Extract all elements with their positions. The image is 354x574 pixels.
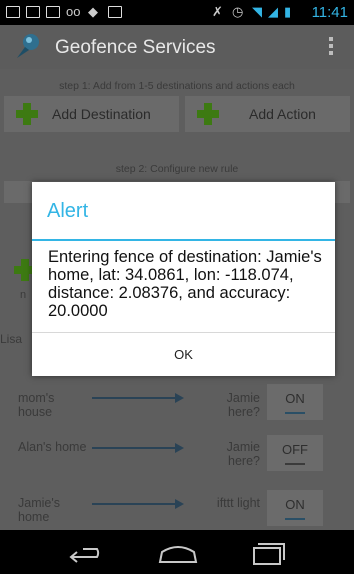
rule-toggle[interactable]: ON (267, 384, 323, 420)
rule-toggle[interactable]: ON (267, 490, 323, 526)
email-icon (46, 6, 60, 18)
partial-label-lisa: Lisa (0, 332, 23, 346)
home-icon[interactable] (148, 536, 208, 570)
add-action-label: Add Action (249, 106, 316, 122)
alert-dialog: Alert Entering fence of destination: Jam… (32, 182, 335, 376)
app-title: Geofence Services (55, 37, 216, 58)
arrow-icon (92, 393, 184, 403)
add-destination-label: Add Destination (52, 106, 151, 122)
back-icon[interactable] (57, 536, 117, 570)
add-destination-button[interactable]: Add Destination (4, 96, 179, 132)
voicemail-icon: oo (66, 4, 81, 19)
toggle-label: ON (285, 391, 305, 406)
partial-label-n: n (20, 289, 27, 301)
arrow-icon (92, 443, 184, 453)
rule-action: Jamie here? (226, 391, 260, 419)
rule-destination: Jamie's home (18, 496, 60, 524)
toggle-label: OFF (282, 442, 308, 457)
add-action-button[interactable]: Add Action (185, 96, 350, 132)
arrow-icon (92, 499, 184, 509)
plus-icon (16, 103, 38, 125)
app-logo-icon (17, 34, 39, 58)
toggle-label: ON (285, 497, 305, 512)
rule-action: ifttt light (216, 496, 260, 510)
recent-apps-icon[interactable] (238, 536, 298, 570)
rule-destination: mom's house (18, 391, 55, 419)
rule-row[interactable]: Alan's home Jamie here? OFF (0, 431, 354, 477)
cat-icon: ◆ (88, 4, 98, 19)
location-off-icon: ✗ (212, 4, 223, 19)
image-icon (26, 6, 40, 18)
alarm-icon: ◷ (232, 4, 244, 19)
rule-row[interactable]: Jamie's home ifttt light ON (0, 478, 354, 530)
status-bar: oo ◆ ✗ ◷ ◥ ◢ ▮ 11:41 (0, 0, 354, 25)
status-time: 11:41 (311, 4, 348, 21)
overflow-menu-icon[interactable] (324, 34, 338, 60)
battery-icon: ▮ (284, 4, 292, 19)
rule-row[interactable]: mom's house Jamie here? ON (0, 384, 354, 430)
notification-icon (6, 6, 20, 18)
step2-label: step 2: Configure new rule (115, 163, 239, 175)
rule-action: Jamie here? (226, 440, 260, 468)
dialog-message: Entering fence of destination: Jamie's h… (48, 248, 322, 320)
signal-icon: ◢ (268, 4, 278, 19)
step1-label: step 1: Add from 1-5 destinations and ac… (59, 80, 295, 92)
dialog-title: Alert (47, 200, 89, 222)
rule-destination: Alan's home (18, 440, 87, 454)
plus-icon (197, 103, 219, 125)
clipboard-check-icon (108, 6, 122, 18)
wifi-icon: ◥ (252, 4, 262, 19)
dialog-divider (32, 239, 335, 241)
ok-button[interactable]: OK (32, 333, 335, 376)
rule-toggle[interactable]: OFF (267, 435, 323, 471)
